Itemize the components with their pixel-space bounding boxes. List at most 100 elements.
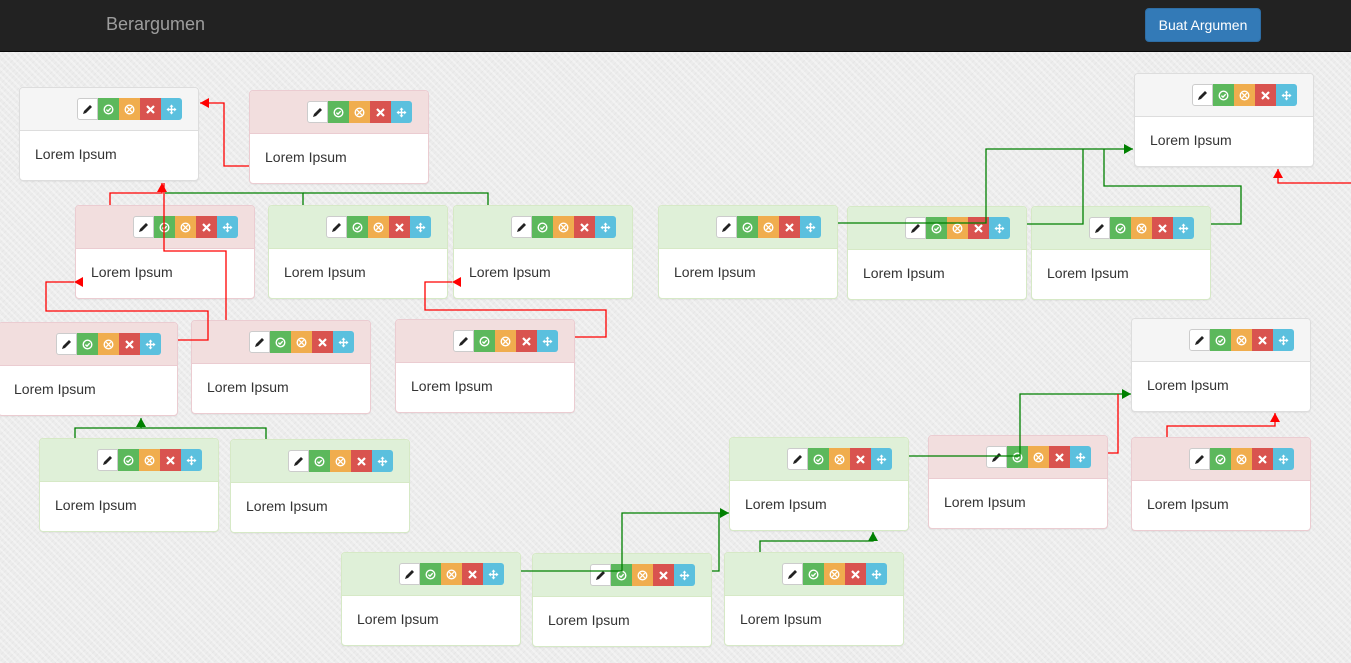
accept-button[interactable] [270,331,291,353]
create-argument-button[interactable]: Buat Argumen [1145,8,1261,42]
neutralize-button[interactable] [758,216,779,238]
accept-button[interactable] [926,217,947,239]
argument-node-attack[interactable]: Lorem Ipsum [75,205,255,299]
delete-button[interactable] [779,216,800,238]
accept-button[interactable] [154,216,175,238]
move-button[interactable] [800,216,821,238]
move-button[interactable] [537,330,558,352]
argument-node-attack[interactable]: Lorem Ipsum [0,322,178,416]
accept-button[interactable] [808,448,829,470]
delete-button[interactable] [850,448,871,470]
argument-node-support[interactable]: Lorem Ipsum [230,439,410,533]
edit-button[interactable] [399,563,420,585]
move-button[interactable] [871,448,892,470]
accept-button[interactable] [420,563,441,585]
argument-node-attack[interactable]: Lorem Ipsum [928,435,1108,529]
edit-button[interactable] [326,216,347,238]
argument-node-support[interactable]: Lorem Ipsum [847,206,1027,300]
edit-button[interactable] [133,216,154,238]
argument-node-attack[interactable]: Lorem Ipsum [1131,437,1311,531]
argument-node-neutral[interactable]: Lorem Ipsum [1131,318,1311,412]
edit-button[interactable] [787,448,808,470]
edit-button[interactable] [1089,217,1110,239]
accept-button[interactable] [309,450,330,472]
edit-button[interactable] [249,331,270,353]
accept-button[interactable] [118,449,139,471]
move-button[interactable] [674,564,695,586]
argument-canvas[interactable]: Lorem Ipsum Lorem Ipsum Lorem Ipsum Lorem I… [0,0,1351,663]
delete-button[interactable] [351,450,372,472]
edit-button[interactable] [1189,448,1210,470]
delete-button[interactable] [1252,329,1273,351]
move-button[interactable] [1273,329,1294,351]
move-button[interactable] [866,563,887,585]
accept-button[interactable] [737,216,758,238]
argument-node-support[interactable]: Lorem Ipsum [729,437,909,531]
neutralize-button[interactable] [139,449,160,471]
neutralize-button[interactable] [98,333,119,355]
accept-button[interactable] [1210,329,1231,351]
delete-button[interactable] [845,563,866,585]
delete-button[interactable] [1049,446,1070,468]
edit-button[interactable] [56,333,77,355]
delete-button[interactable] [1252,448,1273,470]
delete-button[interactable] [516,330,537,352]
argument-node-attack[interactable]: Lorem Ipsum [395,319,575,413]
accept-button[interactable] [532,216,553,238]
accept-button[interactable] [1213,84,1234,106]
neutralize-button[interactable] [330,450,351,472]
move-button[interactable] [1070,446,1091,468]
accept-button[interactable] [1007,446,1028,468]
argument-node-support[interactable]: Lorem Ipsum [39,438,219,532]
argument-node-support[interactable]: Lorem Ipsum [341,552,521,646]
delete-button[interactable] [312,331,333,353]
brand-logo[interactable]: Berargumen [106,14,205,35]
delete-button[interactable] [140,98,161,120]
accept-button[interactable] [803,563,824,585]
delete-button[interactable] [462,563,483,585]
neutralize-button[interactable] [368,216,389,238]
edit-button[interactable] [1189,329,1210,351]
delete-button[interactable] [574,216,595,238]
accept-button[interactable] [1110,217,1131,239]
argument-node-neutral[interactable]: Lorem Ipsum [1134,73,1314,167]
delete-button[interactable] [119,333,140,355]
move-button[interactable] [1173,217,1194,239]
delete-button[interactable] [1152,217,1173,239]
neutralize-button[interactable] [1231,329,1252,351]
neutralize-button[interactable] [349,101,370,123]
edit-button[interactable] [453,330,474,352]
neutralize-button[interactable] [1028,446,1049,468]
edit-button[interactable] [1192,84,1213,106]
move-button[interactable] [595,216,616,238]
neutralize-button[interactable] [829,448,850,470]
neutralize-button[interactable] [291,331,312,353]
delete-button[interactable] [1255,84,1276,106]
edit-button[interactable] [77,98,98,120]
neutralize-button[interactable] [947,217,968,239]
move-button[interactable] [372,450,393,472]
neutralize-button[interactable] [824,563,845,585]
edit-button[interactable] [590,564,611,586]
argument-node-support[interactable]: Lorem Ipsum [1031,206,1211,300]
edit-button[interactable] [97,449,118,471]
edit-button[interactable] [782,563,803,585]
argument-node-support[interactable]: Lorem Ipsum [658,205,838,299]
neutralize-button[interactable] [1234,84,1255,106]
move-button[interactable] [333,331,354,353]
argument-node-attack[interactable]: Lorem Ipsum [191,320,371,414]
accept-button[interactable] [611,564,632,586]
delete-button[interactable] [968,217,989,239]
move-button[interactable] [410,216,431,238]
argument-node-support[interactable]: Lorem Ipsum [453,205,633,299]
argument-node-support[interactable]: Lorem Ipsum [724,552,904,646]
move-button[interactable] [391,101,412,123]
neutralize-button[interactable] [1231,448,1252,470]
accept-button[interactable] [98,98,119,120]
move-button[interactable] [161,98,182,120]
neutralize-button[interactable] [553,216,574,238]
accept-button[interactable] [1210,448,1231,470]
move-button[interactable] [140,333,161,355]
accept-button[interactable] [77,333,98,355]
move-button[interactable] [483,563,504,585]
